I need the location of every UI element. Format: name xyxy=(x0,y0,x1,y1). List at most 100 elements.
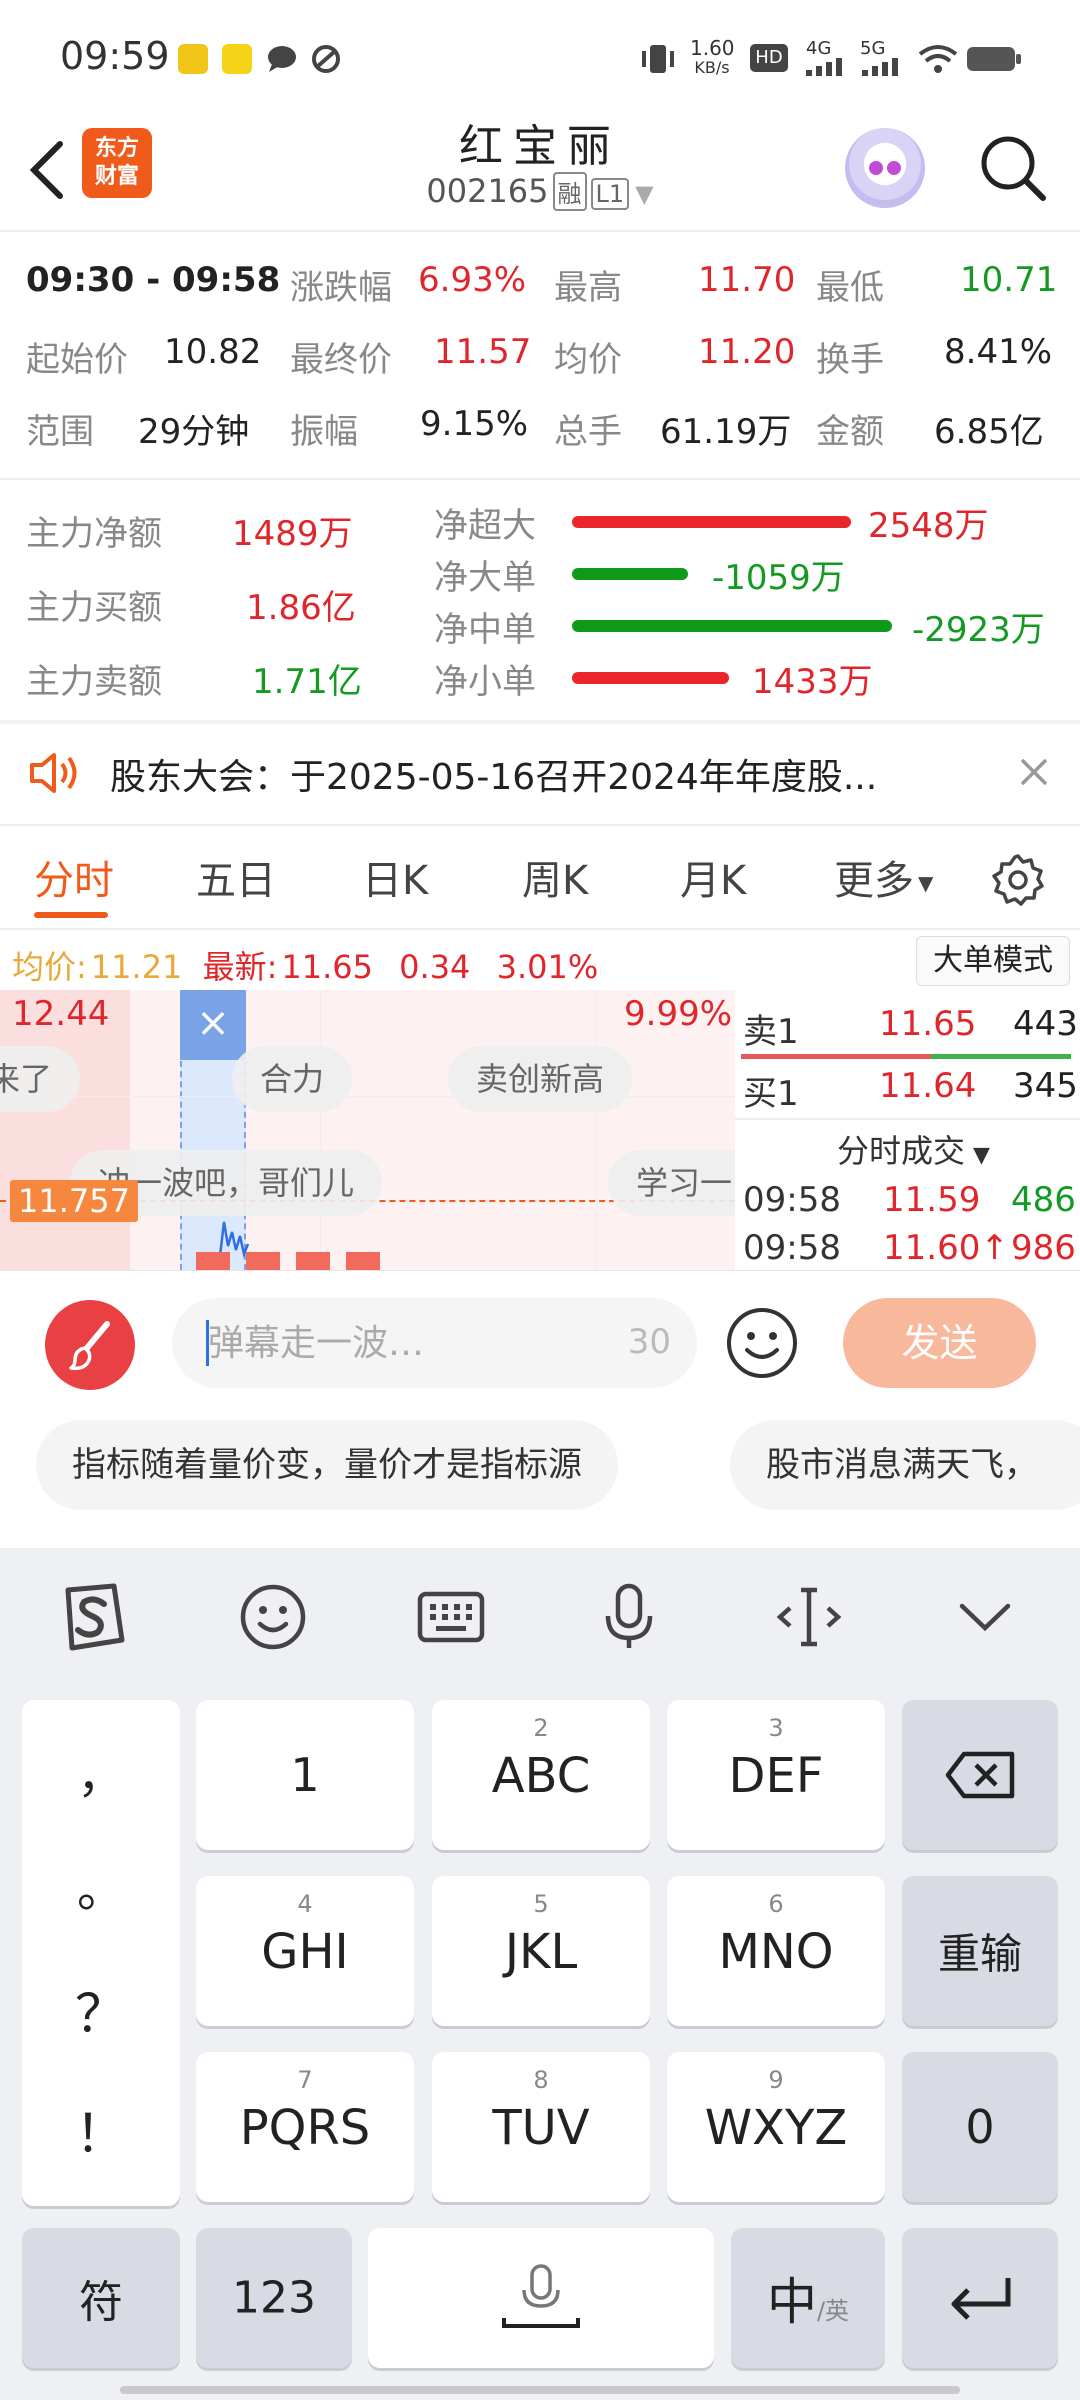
danmu-style-button[interactable] xyxy=(45,1300,135,1390)
emoji-icon[interactable] xyxy=(725,1306,799,1380)
trade-price: 11.60↑ xyxy=(883,1228,1009,1268)
status-time: 09:59 xyxy=(60,34,170,78)
stock-header: 东方 财富 红宝丽 002165 融 L1 ▼ xyxy=(0,110,1080,230)
intraday-chart[interactable]: × 12.44 9.99% 来了 合力 卖创新高 冲一波吧，哥们儿 学习一 11… xyxy=(0,990,735,1270)
divider xyxy=(735,1118,1080,1120)
key-ghi[interactable]: 4 GHI xyxy=(196,1876,414,2026)
send-button[interactable]: 发送 xyxy=(843,1298,1036,1388)
gear-icon[interactable] xyxy=(990,852,1046,908)
sogou-logo-icon[interactable] xyxy=(56,1580,130,1654)
search-icon[interactable] xyxy=(975,130,1050,205)
order-size-label: 净中单 xyxy=(434,610,536,650)
announcement-bar[interactable]: 股东大会：于2025-05-16召开2024年年度股... xyxy=(0,722,1080,822)
danmu-input-box[interactable]: 30 xyxy=(172,1298,697,1388)
space-key[interactable] xyxy=(368,2228,714,2368)
announcement-text[interactable]: 股东大会：于2025-05-16召开2024年年度股... xyxy=(110,748,877,800)
avg-price-value: 11.21 xyxy=(90,948,183,986)
trade-volume: 986 xyxy=(1011,1228,1076,1268)
punctuation-column[interactable]: ， 。 ？ ！ xyxy=(22,1700,180,2206)
mic-space-icon xyxy=(502,2264,580,2328)
fund-flow-label: 主力卖额 xyxy=(26,662,162,702)
key-tuv[interactable]: 8 TUV xyxy=(432,2052,650,2202)
stat-value: 6.85亿 xyxy=(934,412,1044,452)
keyboard-layout-icon[interactable] xyxy=(414,1580,488,1654)
key-number: 4 xyxy=(297,1890,313,1918)
trades-title[interactable]: 分时成交 ▼ xyxy=(837,1126,990,1172)
stat-value: 11.57 xyxy=(434,332,532,372)
ask-price: 11.65 xyxy=(879,1004,977,1044)
fund-flow-panel[interactable]: 主力净额 1489万 主力买额 1.86亿 主力卖额 1.71亿 净超大 254… xyxy=(0,480,1080,720)
tab-monthly-k[interactable]: 月K xyxy=(680,848,746,906)
stat-value: 10.71 xyxy=(960,260,1058,300)
close-selection-button[interactable]: × xyxy=(180,990,246,1060)
key-abc[interactable]: 2 ABC xyxy=(432,1700,650,1850)
chart-top-pct: 9.99% xyxy=(624,994,733,1034)
order-book[interactable]: 卖1 11.65 443 买1 11.64 345 分时成交 ▼ 09:58 11… xyxy=(735,990,1080,1270)
divider xyxy=(0,1270,1080,1271)
danmu-input[interactable] xyxy=(208,1316,588,1370)
reenter-key[interactable]: 重输 xyxy=(902,1876,1058,2026)
key-number: 2 xyxy=(533,1714,549,1742)
punct-key[interactable]: ？ xyxy=(22,1972,180,2047)
stat-label: 起始价 xyxy=(26,340,128,380)
key-zero[interactable]: 0 xyxy=(902,2052,1058,2202)
notification-app-icon-2 xyxy=(222,44,252,74)
number-mode-key[interactable]: 123 xyxy=(196,2228,352,2368)
order-size-value: -2923万 xyxy=(912,610,1045,650)
gesture-nav-bar[interactable] xyxy=(120,2386,960,2394)
stat-label: 金额 xyxy=(816,412,884,452)
key-label: TUV xyxy=(492,2100,590,2156)
collapse-keyboard-icon[interactable] xyxy=(948,1580,1022,1654)
divider xyxy=(0,824,1080,826)
close-icon[interactable] xyxy=(1018,756,1050,788)
ask-label: 卖1 xyxy=(743,1012,799,1052)
tab-more[interactable]: 更多 ▼ xyxy=(834,848,933,906)
key-mno[interactable]: 6 MNO xyxy=(667,1876,885,2026)
key-def[interactable]: 3 DEF xyxy=(667,1700,885,1850)
net-flow-bar xyxy=(572,620,892,632)
key-label: 123 xyxy=(232,2272,316,2324)
key-number: 7 xyxy=(297,2066,313,2094)
key-pqrs[interactable]: 7 PQRS xyxy=(196,2052,414,2202)
stat-label: 最终价 xyxy=(290,340,392,380)
stat-label: 振幅 xyxy=(290,412,358,452)
big-order-mode-button[interactable]: 大单模式 xyxy=(916,936,1070,986)
notification-app-icon xyxy=(178,44,208,74)
cursor-move-icon[interactable] xyxy=(772,1580,846,1654)
robot-assistant-avatar[interactable] xyxy=(845,128,925,208)
grid-line xyxy=(320,990,321,1270)
interval-period: 09:30 - 09:58 xyxy=(26,260,281,300)
punct-key[interactable]: 。 xyxy=(22,1850,180,1920)
language-switch-key[interactable]: 中/英 xyxy=(731,2228,885,2368)
order-size-value: -1059万 xyxy=(712,558,845,598)
tab-intraday[interactable]: 分时 xyxy=(34,848,114,906)
price-change-pct: 3.01% xyxy=(496,948,599,986)
emoji-panel-icon[interactable] xyxy=(236,1580,310,1654)
tab-five-day[interactable]: 五日 xyxy=(196,848,276,906)
quick-phrase-chip[interactable]: 指标随着量价变，量价才是指标源 xyxy=(36,1420,618,1510)
stat-label: 范围 xyxy=(26,412,94,452)
key-jkl[interactable]: 5 JKL xyxy=(432,1876,650,2026)
key-1[interactable]: 1 xyxy=(196,1700,414,1850)
punct-key[interactable]: ， xyxy=(22,1736,180,1806)
backspace-key[interactable] xyxy=(902,1700,1058,1850)
enter-key[interactable] xyxy=(902,2228,1058,2368)
punct-key[interactable]: ！ xyxy=(22,2092,180,2167)
key-alt-label: /英 xyxy=(816,2297,850,2325)
chart-top-price: 12.44 xyxy=(12,994,110,1034)
bid-volume: 345 xyxy=(1013,1066,1078,1106)
symbol-key[interactable]: 符 xyxy=(22,2228,180,2368)
latest-price-value: 11.65 xyxy=(281,948,373,986)
stat-value: 61.19万 xyxy=(660,412,792,452)
status-bar: 09:59 1.60 KB/s HD 4G 5G xyxy=(0,0,1080,110)
ask-volume: 443 xyxy=(1013,1004,1078,1044)
order-size-value: 1433万 xyxy=(752,662,873,702)
danmu-bubble: 卖创新高 xyxy=(448,1046,633,1112)
stat-label: 涨跌幅 xyxy=(290,268,392,308)
quick-phrase-chip[interactable]: 股市消息满天飞， xyxy=(730,1420,1080,1510)
voice-input-icon[interactable] xyxy=(592,1580,666,1654)
key-wxyz[interactable]: 9 WXYZ xyxy=(667,2052,885,2202)
tab-daily-k[interactable]: 日K xyxy=(362,848,428,906)
tab-weekly-k[interactable]: 周K xyxy=(522,848,588,906)
order-size-label: 净超大 xyxy=(434,506,536,546)
